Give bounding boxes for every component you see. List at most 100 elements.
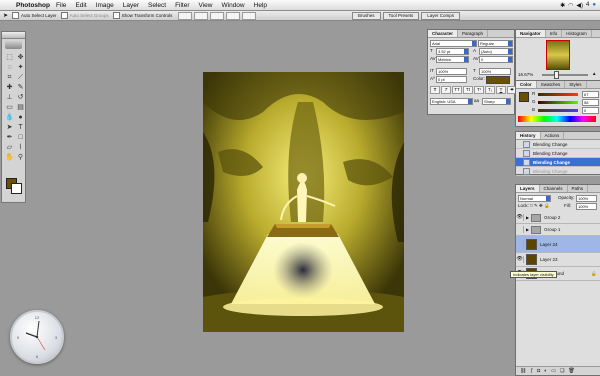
tab-layers[interactable]: Layers [516,185,540,192]
red-value[interactable]: 67 [582,91,599,98]
zoom-in-icon[interactable]: ▲ [592,71,596,76]
volume-icon[interactable]: ◀) [576,2,583,9]
tab-color[interactable]: Color [516,81,537,88]
history-brush-tool-icon[interactable]: ↺ [16,94,25,102]
healing-brush-tool-icon[interactable]: ✚ [5,84,14,92]
tab-paragraph[interactable]: Paragraph [458,30,489,37]
auto-select-groups-checkbox[interactable] [60,12,68,19]
underline-button[interactable]: T [496,86,506,94]
layer-row-layer-24[interactable]: Layer 24 [516,236,600,253]
opacity-field[interactable]: 100% [576,195,597,202]
menu-image[interactable]: Image [96,2,114,9]
font-style-select[interactable]: Regular [478,40,513,47]
history-item[interactable]: Blending Change [516,158,600,167]
superscript-button[interactable]: T¹ [474,86,484,94]
bluetooth-icon[interactable]: ✱ [560,2,565,9]
clock-widget[interactable]: 12 3 6 9 [10,310,64,364]
layer-row-group-2[interactable]: 👁 ▶ Group 2 [516,212,600,224]
gradient-tool-icon[interactable]: ▤ [16,104,25,112]
disclosure-triangle-icon[interactable]: ▶ [526,227,529,232]
lock-icons[interactable]: □ ✎ ✥ 🔒 [530,203,550,209]
path-selection-tool-icon[interactable]: ➤ [5,124,14,132]
layer-style-icon[interactable]: ƒ [530,368,533,374]
show-transform-checkbox[interactable] [112,12,120,19]
color-panel-fg-swatch[interactable] [519,92,529,102]
tab-layer-comps[interactable]: Layer Comps [421,12,461,20]
menu-select[interactable]: Select [148,2,166,9]
tab-history[interactable]: History [516,132,541,139]
menu-filter[interactable]: Filter [175,2,189,9]
menu-edit[interactable]: Edit [75,2,86,9]
subscript-button[interactable]: T₁ [485,86,495,94]
link-layers-icon[interactable]: ⛓ [520,368,526,374]
history-item[interactable]: Blending Change [516,140,600,149]
tab-character[interactable]: Character [428,30,459,37]
spotlight-icon[interactable]: ● [592,2,596,8]
faux-italic-button[interactable]: T [441,86,451,94]
lasso-tool-icon[interactable]: ◌ [5,64,14,72]
tracking-field[interactable]: 0 [479,56,513,63]
tab-styles[interactable]: Styles [565,81,587,88]
adjustment-layer-icon[interactable]: ◐ [544,368,547,374]
tab-info[interactable]: Info [546,30,563,37]
type-tool-icon[interactable]: T [16,124,25,132]
red-slider[interactable] [538,93,578,96]
fill-field[interactable]: 100% [576,203,597,210]
crop-tool-icon[interactable]: ⌗ [5,74,14,82]
blur-tool-icon[interactable]: 💧 [5,114,14,122]
eraser-tool-icon[interactable]: ▭ [5,104,14,112]
tab-paths[interactable]: Paths [568,185,589,192]
pen-tool-icon[interactable]: ✒ [5,134,14,142]
menu-view[interactable]: View [199,2,213,9]
history-item[interactable]: Blending Change [516,167,600,176]
menu-help[interactable]: Help [254,2,267,9]
brush-tool-icon[interactable]: ✎ [16,84,25,92]
font-family-select[interactable]: Arial [430,40,477,47]
eye-icon[interactable] [516,240,524,248]
distribute-button-1[interactable] [226,11,241,20]
dodge-tool-icon[interactable]: ● [16,114,25,122]
app-menu[interactable]: Photoshop [16,2,50,9]
layer-row-group-1[interactable]: ▶ Group 1 [516,224,600,236]
menu-window[interactable]: Window [222,2,245,9]
leading-field[interactable]: (Auto) [479,48,513,55]
eye-icon[interactable]: 👁 [516,256,524,263]
disclosure-triangle-icon[interactable]: ▶ [526,215,529,220]
eye-icon[interactable]: 👁 [516,214,524,221]
navigator-thumbnail[interactable] [546,40,570,70]
clone-stamp-tool-icon[interactable]: ⊥ [5,94,14,102]
zoom-slider-thumb[interactable] [554,71,559,79]
font-size-field[interactable]: 3.52 pt [436,48,469,55]
tab-tool-presets[interactable]: Tool Presets [382,12,420,20]
green-slider[interactable] [538,101,578,104]
tab-actions[interactable]: Actions [541,132,565,139]
hand-tool-icon[interactable]: ✋ [5,154,14,162]
tab-navigator[interactable]: Navigator [516,30,546,37]
eye-icon[interactable] [516,226,524,233]
history-item[interactable]: Blending Change [516,149,600,158]
align-button-3[interactable] [210,11,225,20]
move-tool-icon[interactable]: ➤ [3,12,8,19]
new-group-icon[interactable]: ▭ [551,368,556,374]
tab-channels[interactable]: Channels [540,185,568,192]
vertical-scale-field[interactable]: 100% [436,68,467,75]
trash-icon[interactable]: 🗑 [568,368,574,374]
layer-row-layer-23[interactable]: 👁 Layer 23 [516,253,600,267]
shape-tool-icon[interactable]: □ [16,134,25,142]
blue-slider[interactable] [538,109,578,112]
layer-mask-icon[interactable]: ◘ [537,368,540,374]
blend-mode-select[interactable]: Normal [518,195,551,202]
language-select[interactable]: English: USA [430,98,473,105]
anti-alias-select[interactable]: Sharp [482,98,511,105]
magic-wand-tool-icon[interactable]: ✦ [16,64,25,72]
menu-file[interactable]: File [56,2,66,9]
notes-tool-icon[interactable]: ▱ [5,144,14,152]
color-ramp[interactable] [518,116,596,122]
small-caps-button[interactable]: Tt [463,86,473,94]
all-caps-button[interactable]: TT [452,86,462,94]
menu-layer[interactable]: Layer [123,2,139,9]
tab-swatches[interactable]: Swatches [537,81,566,88]
faux-bold-button[interactable]: T [430,86,440,94]
distribute-button-2[interactable] [242,11,257,20]
wifi-icon[interactable]: ◠ [568,2,573,9]
